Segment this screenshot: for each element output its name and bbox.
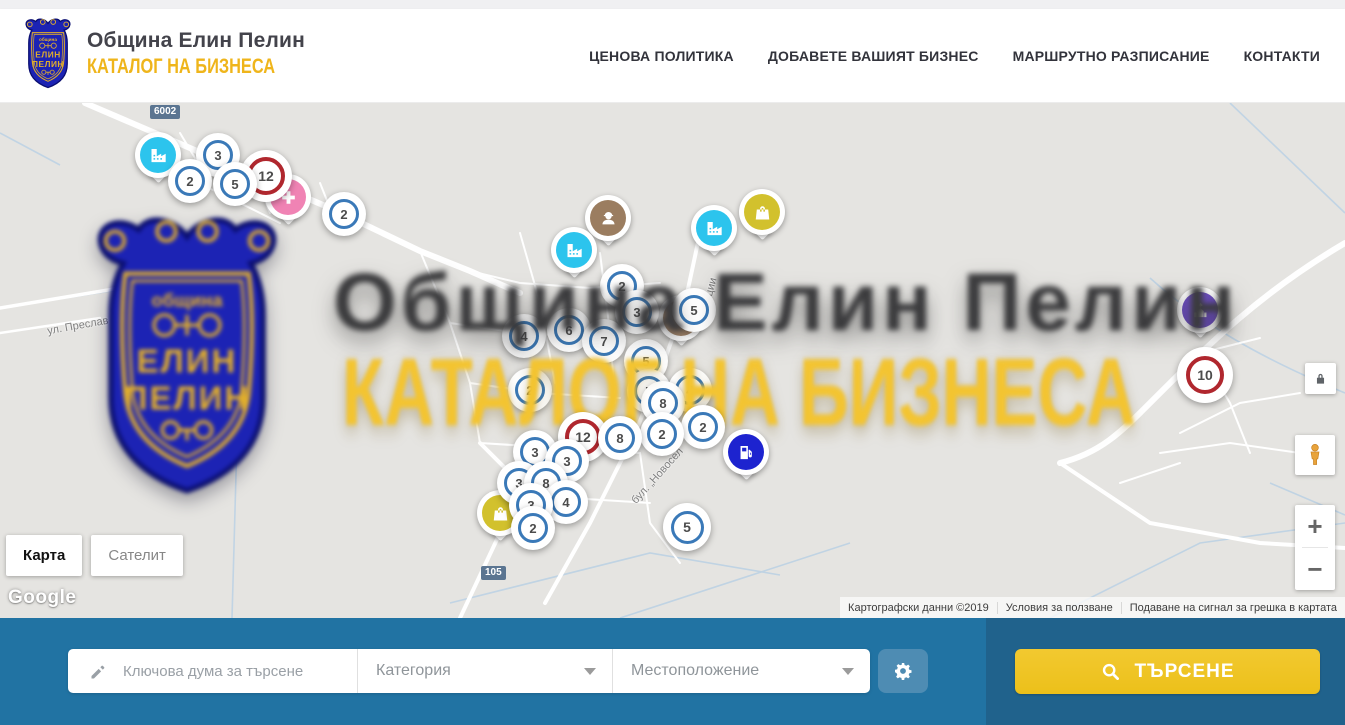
search-icon: [1100, 661, 1122, 683]
map-cluster-marker[interactable]: 2: [508, 368, 552, 412]
nav-item[interactable]: ЦЕНОВА ПОЛИТИКА: [589, 48, 734, 64]
cluster-count: 4: [562, 495, 569, 510]
search-button[interactable]: ТЪРСЕНЕ: [1015, 649, 1320, 694]
road-number-label: 6002: [150, 105, 180, 119]
pencil-icon: [68, 661, 123, 682]
chevron-down-icon: [842, 668, 854, 675]
map-cluster-marker[interactable]: 7: [582, 319, 626, 363]
location-dropdown[interactable]: Местоположение: [612, 649, 870, 693]
zoom-in-button[interactable]: +: [1295, 505, 1335, 547]
factory-icon: [564, 240, 585, 261]
cluster-count: 5: [690, 303, 697, 318]
category-dropdown-label: Категория: [358, 662, 584, 680]
cluster-count: 5: [231, 177, 238, 192]
map-type-map-button[interactable]: Карта: [6, 535, 82, 576]
chevron-down-icon: [584, 668, 596, 675]
cluster-count: 2: [526, 383, 533, 398]
shopping-bag-icon: [490, 503, 511, 524]
road-number-label: 105: [481, 566, 506, 580]
main-nav: ЦЕНОВА ПОЛИТИКА ДОБАВЕТЕ ВАШИЯТ БИЗНЕС МАР…: [589, 9, 1320, 103]
factory-icon: [148, 145, 169, 166]
nav-item[interactable]: ДОБАВЕТЕ ВАШИЯТ БИЗНЕС: [768, 48, 979, 64]
lock-icon: [1312, 370, 1329, 387]
fuel-pump-icon: [736, 442, 757, 463]
cluster-count: 3: [214, 148, 221, 163]
cluster-count: 5: [642, 354, 649, 369]
advanced-settings-button[interactable]: [878, 649, 928, 693]
cluster-count: 2: [658, 427, 665, 442]
cluster-count: 10: [1197, 367, 1213, 383]
map-cluster-marker[interactable]: 5: [663, 503, 711, 551]
cluster-count: 2: [529, 521, 536, 536]
street-view-pegman-button[interactable]: [1295, 435, 1335, 475]
cluster-count: 8: [659, 396, 666, 411]
zoom-out-button[interactable]: −: [1295, 548, 1335, 590]
cluster-count: 2: [699, 420, 706, 435]
attribution-text: Картографски данни ©2019: [840, 602, 997, 614]
map-type-satellite-button[interactable]: Сателит: [91, 535, 183, 576]
construction-worker-icon: [598, 208, 619, 229]
nav-item[interactable]: КОНТАКТИ: [1244, 48, 1320, 64]
brand-subtitle: КАТАЛОГ НА БИЗНЕСА: [87, 55, 275, 79]
map-cluster-marker[interactable]: 2: [511, 506, 555, 550]
brand-logo[interactable]: Община Елин Пелин КАТАЛОГ НА БИЗНЕСА: [22, 17, 328, 90]
map-cluster-marker[interactable]: 2: [640, 412, 684, 456]
church-icon: [1190, 300, 1211, 321]
lock-button[interactable]: [1305, 363, 1336, 394]
cluster-count: 7: [600, 334, 607, 349]
cluster-count: 12: [258, 168, 274, 184]
pegman-icon: [1302, 442, 1328, 468]
map-cluster-marker[interactable]: 10: [1177, 347, 1233, 403]
shopping-bag-icon: [752, 202, 773, 223]
cluster-count: 8: [616, 431, 623, 446]
cluster-count: 3: [531, 445, 538, 460]
map-canvas[interactable]: ул. Преславбул. „Новоселции6002105 32125…: [0, 103, 1345, 618]
keyword-search-input[interactable]: [123, 663, 357, 680]
map-cluster-marker[interactable]: 4: [502, 314, 546, 358]
location-dropdown-label: Местоположение: [613, 662, 842, 680]
search-button-label: ТЪРСЕНЕ: [1134, 661, 1234, 683]
google-logo[interactable]: Google: [8, 587, 76, 609]
zoom-control: + −: [1295, 505, 1335, 590]
map-cluster-marker[interactable]: 2: [322, 192, 366, 236]
nav-item[interactable]: МАРШРУТНО РАЗПИСАНИЕ: [1013, 48, 1210, 64]
site-header: Община Елин Пелин КАТАЛОГ НА БИЗНЕСА ЦЕН…: [0, 9, 1345, 103]
municipality-crest-icon: [22, 17, 74, 90]
map-cluster-marker[interactable]: 5: [672, 288, 716, 332]
factory-icon: [704, 218, 725, 239]
cluster-count: 4: [520, 329, 527, 344]
map-cluster-marker[interactable]: 8: [598, 416, 642, 460]
cluster-count: 4: [686, 383, 693, 398]
cluster-count: 2: [340, 207, 347, 222]
cluster-count: 2: [186, 174, 193, 189]
map-cluster-marker[interactable]: 2: [681, 405, 725, 449]
cluster-count: 2: [618, 279, 625, 294]
top-strip: [0, 0, 1345, 9]
attribution-link[interactable]: Условия за ползване: [997, 602, 1121, 614]
search-fields-group: Категория Местоположение: [68, 649, 870, 693]
keyword-field-section: [68, 649, 357, 693]
search-bar: Категория Местоположение ТЪРСЕНЕ: [0, 618, 1345, 725]
cluster-count: 5: [683, 519, 691, 535]
map-attribution: Картографски данни ©2019Условия за ползв…: [840, 597, 1345, 618]
category-dropdown[interactable]: Категория: [357, 649, 612, 693]
map-cluster-marker[interactable]: 2: [168, 159, 212, 203]
attribution-link[interactable]: Подаване на сигнал за грешка в картата: [1121, 602, 1345, 614]
cluster-count: 3: [563, 454, 570, 469]
map-type-control: Карта Сателит: [6, 535, 183, 576]
cluster-count: 6: [565, 323, 572, 338]
map-cluster-marker[interactable]: 5: [213, 162, 257, 206]
cluster-count: 3: [633, 305, 640, 320]
gear-icon: [891, 659, 915, 683]
brand-title: Община Елин Пелин: [87, 29, 328, 53]
